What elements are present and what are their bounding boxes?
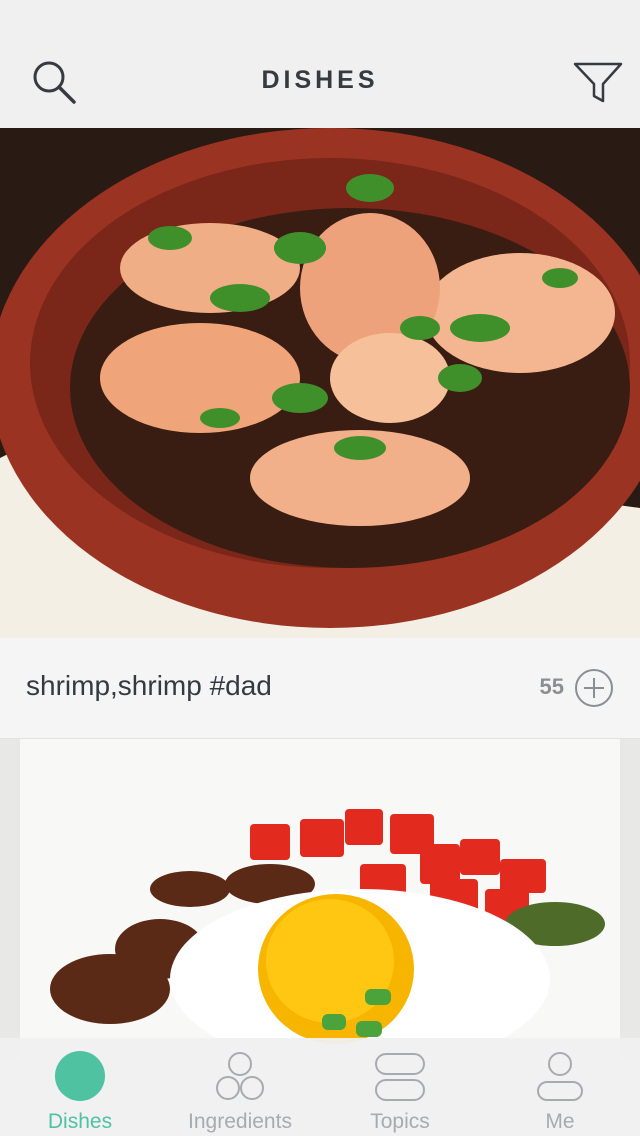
- ingredients-icon: [216, 1052, 264, 1100]
- dish-feed[interactable]: shrimp,shrimp #dad 55: [0, 128, 640, 1059]
- me-icon: [537, 1052, 583, 1101]
- tab-ingredients[interactable]: Ingredients: [160, 1038, 320, 1136]
- bottom-tab-bar: Dishes Ingredients Topics Me: [0, 1038, 640, 1136]
- post-caption[interactable]: shrimp,shrimp #dad: [26, 670, 272, 702]
- tab-label-ingredients: Ingredients: [188, 1110, 292, 1133]
- dishes-icon: [55, 1051, 105, 1101]
- tab-label-dishes: Dishes: [47, 1110, 113, 1133]
- add-icon[interactable]: [574, 668, 614, 708]
- top-nav-bar: DISHES: [0, 0, 640, 128]
- tab-label-me: Me: [545, 1110, 575, 1133]
- tab-label-topics: Topics: [370, 1110, 430, 1133]
- post-info-row: shrimp,shrimp #dad 55: [0, 638, 640, 739]
- like-count: 55: [539, 674, 564, 699]
- filter-icon[interactable]: [572, 60, 624, 106]
- tab-me[interactable]: Me: [480, 1038, 640, 1136]
- tab-dishes[interactable]: Dishes: [0, 1038, 160, 1136]
- dish-photo-shrimp[interactable]: [0, 128, 640, 638]
- tab-topics[interactable]: Topics: [320, 1038, 480, 1136]
- topics-icon: [375, 1053, 425, 1101]
- page-title: DISHES: [261, 66, 379, 94]
- egg-photo-illustration: [0, 739, 640, 1059]
- dish-photo-egg[interactable]: [0, 739, 640, 1059]
- shrimp-photo-illustration: [0, 128, 640, 638]
